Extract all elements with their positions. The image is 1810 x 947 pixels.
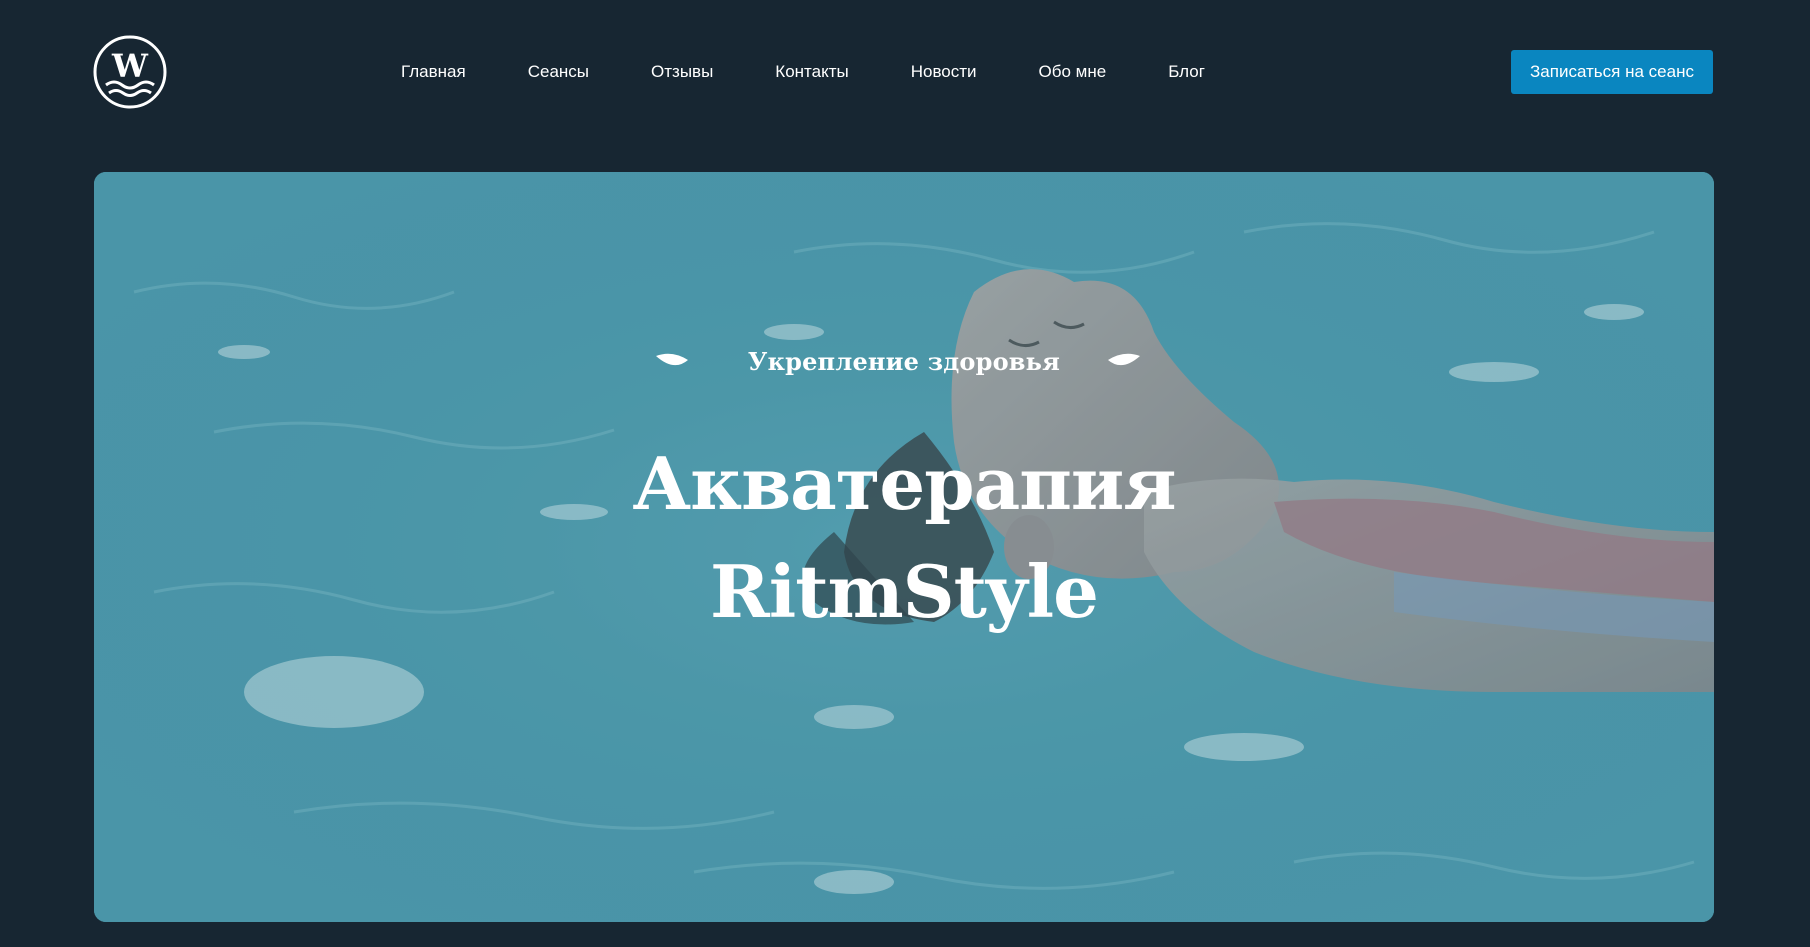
main-nav: Главная Сеансы Отзывы Контакты Новости О… [370,58,1267,86]
tagline-row: Укрепление здоровья [654,342,1154,382]
nav-item-contacts[interactable]: Контакты [775,58,848,86]
hero-title-line2: RitmStyle [710,549,1099,634]
hero-title: Акватерапия RitmStyle [404,430,1404,646]
book-session-button[interactable]: Записаться на сеанс [1511,50,1713,94]
nav-item-reviews[interactable]: Отзывы [651,58,713,86]
nav-item-news[interactable]: Новости [911,58,977,86]
hero-tagline: Укрепление здоровья [747,347,1061,376]
nav-item-about[interactable]: Обо мне [1039,58,1107,86]
hero-banner: Укрепление здоровья Акватерапия RitmStyl… [94,172,1714,922]
nav-item-home[interactable]: Главная [401,58,466,86]
leaf-icon [1108,353,1140,366]
hero-title-line1: Акватерапия [632,441,1176,526]
svg-text:W: W [111,47,149,85]
site-header: W Главная Сеансы Отзывы Контакты Новости… [0,0,1810,145]
wave-w-logo-icon[interactable]: W [92,33,168,111]
nav-item-sessions[interactable]: Сеансы [528,58,589,86]
nav-item-blog[interactable]: Блог [1168,58,1205,86]
